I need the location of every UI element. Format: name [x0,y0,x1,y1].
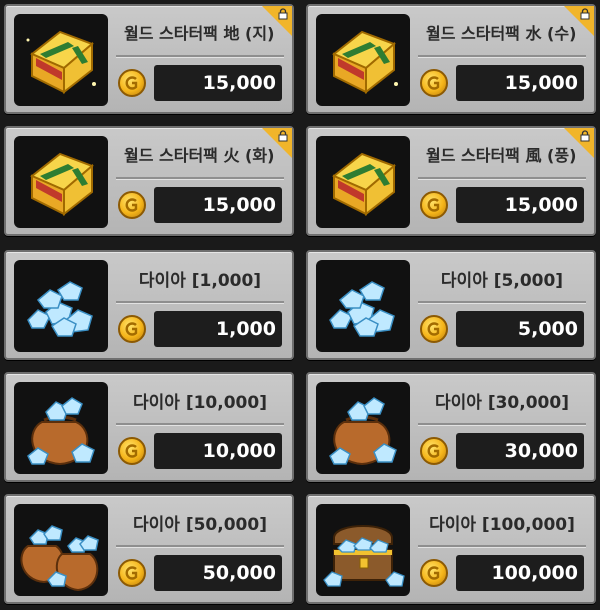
shop-grid: 월드 스타터팩 地 (지) 15,000 월드 스타터팩 水 (수) 15,00… [0,0,600,610]
item-title: 다이아 [100,000] [429,515,575,535]
item-title: 다이아 [10,000] [133,393,267,413]
divider [418,545,586,548]
diamond-pile-icon [316,260,410,352]
shop-item-starter-pack-earth[interactable]: 월드 스타터팩 地 (지) 15,000 [4,4,294,114]
diamond-treasure-chest-icon [316,504,410,596]
divider [116,55,284,58]
item-title: 다이아 [5,000] [440,271,564,291]
shop-item-starter-pack-wind[interactable]: 월드 스타터팩 風 (풍) 15,000 [306,126,596,236]
gold-coin-icon [118,437,146,465]
diamond-double-sack-icon [14,504,108,596]
price-label: 100,000 [456,555,584,591]
gold-coin-icon [420,69,448,97]
item-title: 월드 스타터팩 地 (지) [124,24,275,43]
diamond-sack-icon [316,382,410,474]
divider [418,177,586,180]
divider [418,301,586,304]
starter-pack-chest-icon [316,14,410,106]
price-label: 50,000 [154,555,282,591]
shop-item-starter-pack-fire[interactable]: 월드 스타터팩 火 (화) 15,000 [4,126,294,236]
divider [116,177,284,180]
item-title: 다이아 [1,000] [138,271,262,291]
price-label: 15,000 [456,65,584,101]
divider [418,423,586,426]
shop-item-diamond-1000[interactable]: 다이아 [1,000] 1,000 [4,250,294,360]
item-title: 다이아 [50,000] [133,515,267,535]
shop-item-diamond-5000[interactable]: 다이아 [5,000] 5,000 [306,250,596,360]
lock-icon [580,130,590,142]
item-title: 월드 스타터팩 火 (화) [124,146,275,165]
gold-coin-icon [118,315,146,343]
item-title: 월드 스타터팩 水 (수) [426,24,577,43]
shop-item-diamond-30000[interactable]: 다이아 [30,000] 30,000 [306,372,596,482]
gold-coin-icon [420,559,448,587]
price-label: 5,000 [456,311,584,347]
lock-icon [278,8,288,20]
lock-icon [278,130,288,142]
gold-coin-icon [420,315,448,343]
starter-pack-chest-icon [14,136,108,228]
price-label: 15,000 [154,187,282,223]
gold-coin-icon [118,69,146,97]
shop-item-starter-pack-water[interactable]: 월드 스타터팩 水 (수) 15,000 [306,4,596,114]
item-title: 다이아 [30,000] [435,393,569,413]
divider [116,423,284,426]
price-label: 15,000 [154,65,282,101]
divider [116,301,284,304]
gold-coin-icon [118,191,146,219]
diamond-sack-icon [14,382,108,474]
gold-coin-icon [420,437,448,465]
price-label: 10,000 [154,433,282,469]
gold-coin-icon [118,559,146,587]
starter-pack-chest-icon [316,136,410,228]
shop-item-diamond-100000[interactable]: 다이아 [100,000] 100,000 [306,494,596,604]
diamond-pile-icon [14,260,108,352]
price-label: 1,000 [154,311,282,347]
starter-pack-chest-icon [14,14,108,106]
shop-item-diamond-50000[interactable]: 다이아 [50,000] 50,000 [4,494,294,604]
lock-icon [580,8,590,20]
price-label: 30,000 [456,433,584,469]
gold-coin-icon [420,191,448,219]
divider [418,55,586,58]
shop-item-diamond-10000[interactable]: 다이아 [10,000] 10,000 [4,372,294,482]
item-title: 월드 스타터팩 風 (풍) [426,146,577,165]
divider [116,545,284,548]
price-label: 15,000 [456,187,584,223]
